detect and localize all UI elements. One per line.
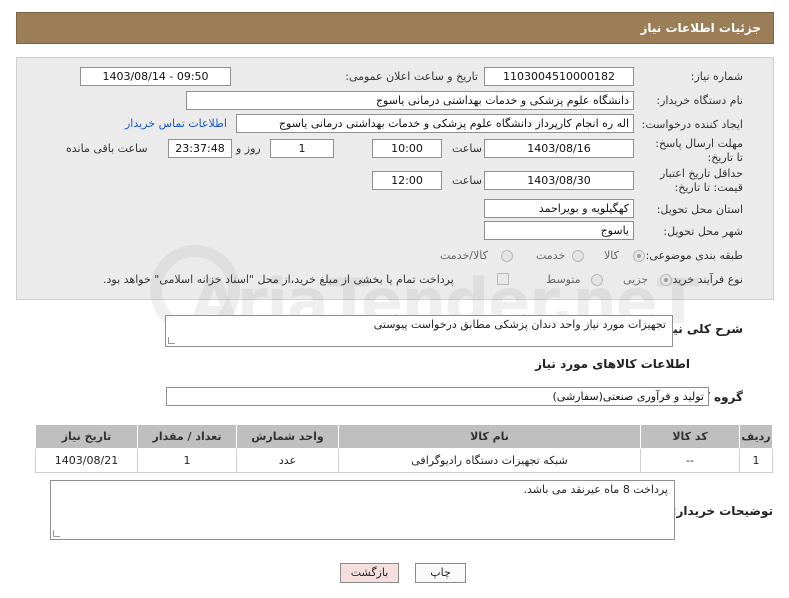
cell-need-date: 1403/08/21: [35, 448, 138, 473]
cell-goods-name: شبکه تجهیزات دستگاه رادیوگرافی: [338, 448, 641, 473]
col-need-date: تاریخ نیاز: [35, 424, 138, 449]
col-unit: واحد شمارش: [236, 424, 339, 449]
description-field[interactable]: تجهیزات مورد نیاز واحد دندان پزشکی مطابق…: [165, 315, 673, 347]
reply-deadline-time[interactable]: 10:00: [372, 139, 442, 158]
purchase-type-label: نوع فرآیند خرید :: [665, 273, 743, 286]
price-validity-time-label: ساعت: [452, 174, 482, 187]
purchase-option-minor: جزیی: [623, 273, 649, 286]
table-row[interactable]: 1 -- شبکه تجهیزات دستگاه رادیوگرافی عدد …: [35, 448, 773, 473]
category-radio-goods-service[interactable]: [501, 250, 513, 262]
need-number-label: شماره نیاز:: [690, 70, 743, 83]
col-goods-name: نام کالا: [338, 424, 641, 449]
purchase-radio-minor[interactable]: [660, 274, 672, 286]
announce-datetime-field[interactable]: 1403/08/14 - 09:50: [80, 67, 231, 86]
cell-row-number: 1: [739, 448, 773, 473]
remaining-time-label: ساعت باقی مانده: [66, 142, 148, 155]
goods-group-field[interactable]: تولید و فرآوری صنعتی(سفارشی): [166, 387, 709, 406]
category-radio-service[interactable]: [572, 250, 584, 262]
delivery-province-field[interactable]: کهگیلویه و بویراحمد: [484, 199, 634, 218]
category-option-goods-service: کالا/خدمت: [440, 249, 488, 262]
need-number-field[interactable]: 1103004510000182: [484, 67, 634, 86]
page-header: جزئیات اطلاعات نیاز: [16, 12, 774, 44]
col-row-number: ردیف: [739, 424, 773, 449]
treasury-note: پرداخت تمام یا بخشی از مبلغ خرید،از محل …: [103, 273, 454, 286]
category-option-goods: کالا: [604, 249, 619, 262]
col-goods-code: کد کالا: [640, 424, 740, 449]
reply-days-field[interactable]: 1: [270, 139, 334, 158]
reply-deadline-date[interactable]: 1403/08/16: [484, 139, 634, 158]
reply-time-label: ساعت: [452, 142, 482, 155]
table-header-row: ردیف کد کالا نام کالا واحد شمارش تعداد /…: [35, 424, 773, 449]
requester-field[interactable]: اله ره انجام کارپرداز دانشگاه علوم پزشکی…: [236, 114, 634, 133]
buyer-contact-link[interactable]: اطلاعات تماس خریدار: [125, 117, 227, 130]
treasury-checkbox[interactable]: [497, 273, 509, 285]
cell-quantity: 1: [137, 448, 237, 473]
category-radio-goods[interactable]: [633, 250, 645, 262]
purchase-option-medium: متوسط: [546, 273, 581, 286]
reply-days-label: روز و: [236, 142, 261, 155]
price-validity-time[interactable]: 12:00: [372, 171, 442, 190]
remaining-time-field[interactable]: 23:37:48: [168, 139, 232, 158]
delivery-province-label: استان محل تحویل:: [656, 203, 743, 216]
buyer-org-label: نام دستگاه خریدار:: [656, 94, 743, 107]
back-button[interactable]: بازگشت: [340, 563, 399, 583]
delivery-city-label: شهر محل تحویل:: [663, 225, 743, 238]
requester-label: ایجاد کننده درخواست:: [641, 118, 743, 131]
cell-goods-code: --: [640, 448, 740, 473]
print-button[interactable]: چاپ: [415, 563, 466, 583]
category-option-service: خدمت: [536, 249, 566, 262]
delivery-city-field[interactable]: یاسوج: [484, 221, 634, 240]
purchase-radio-medium[interactable]: [591, 274, 603, 286]
items-table: ردیف کد کالا نام کالا واحد شمارش تعداد /…: [35, 424, 773, 473]
buyer-org-field[interactable]: دانشگاه علوم پزشکی و خدمات بهداشتی درمان…: [186, 91, 634, 110]
buyer-notes-label: توضیحات خریدار:: [671, 504, 773, 518]
price-validity-label: حداقل تاریخ اعتبار قیمت: تا تاریخ:: [659, 167, 743, 194]
buyer-notes-field[interactable]: پرداخت 8 ماه عیرنقد می باشد.: [50, 480, 675, 540]
reply-deadline-label: مهلت ارسال پاسخ: تا تاریخ:: [655, 137, 743, 164]
page-title: جزئیات اطلاعات نیاز: [640, 21, 761, 35]
col-quantity: تعداد / مقدار: [137, 424, 237, 449]
category-label: طبقه بندی موضوعی:: [645, 249, 743, 262]
announce-datetime-label: تاریخ و ساعت اعلان عمومی:: [345, 70, 478, 83]
price-validity-date[interactable]: 1403/08/30: [484, 171, 634, 190]
cell-unit: عدد: [236, 448, 339, 473]
goods-section-title: اطلاعات کالاهای مورد نیاز: [535, 357, 690, 371]
